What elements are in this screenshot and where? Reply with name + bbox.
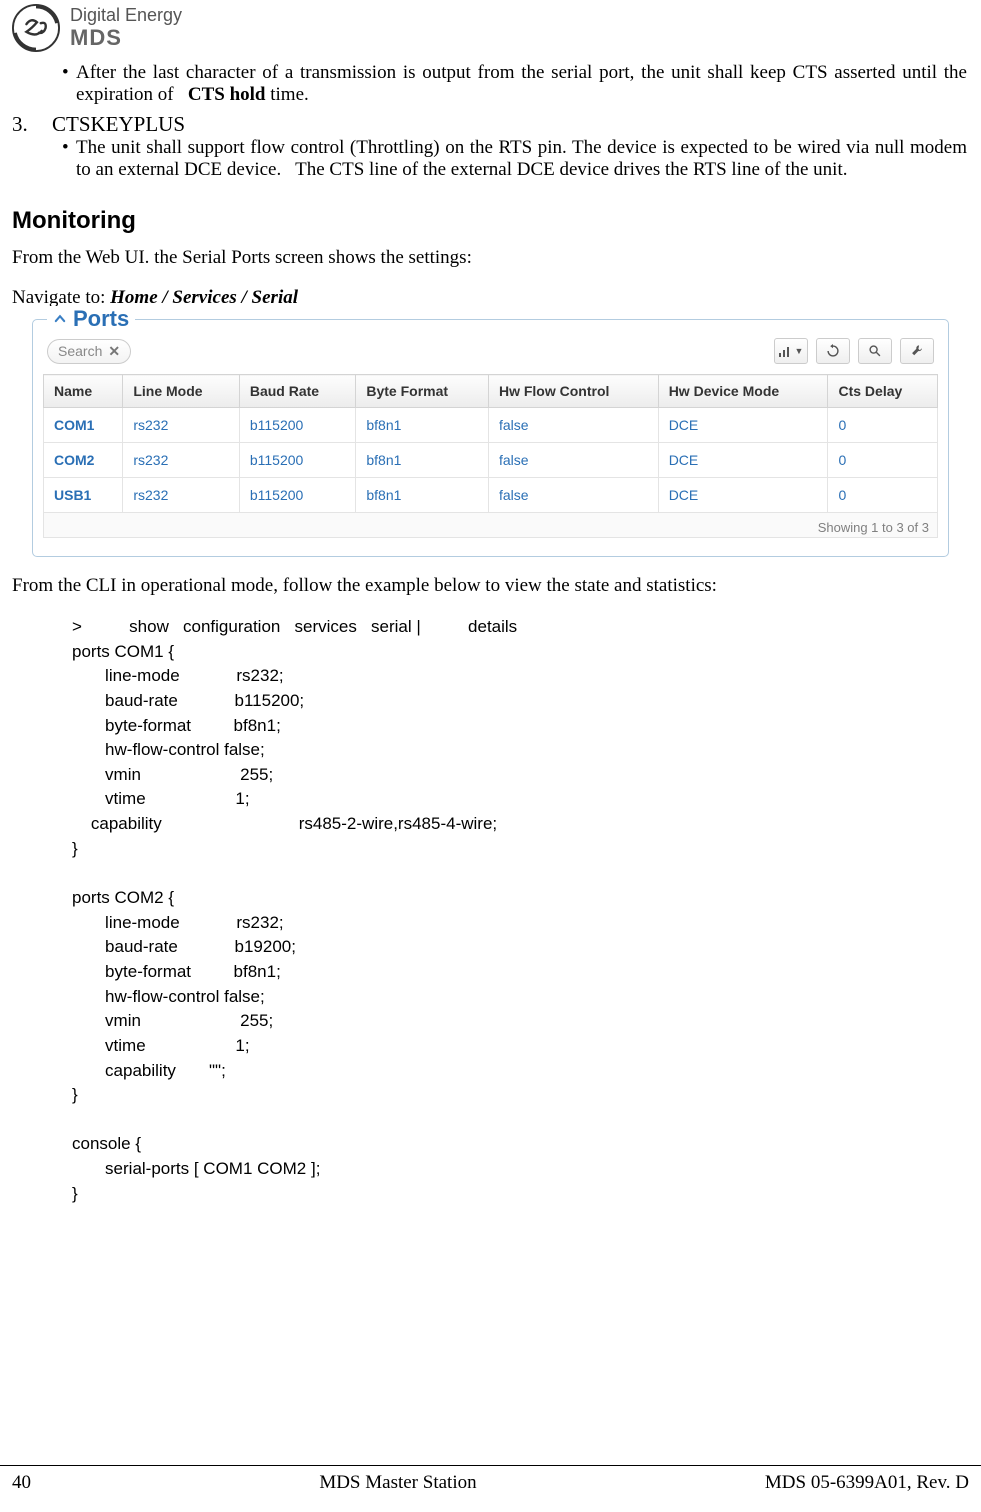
cell-byte-format: bf8n1 xyxy=(356,443,489,478)
cell-name: COM1 xyxy=(44,408,123,443)
numbered-item-3: 3. CTSKEYPLUS xyxy=(12,112,969,137)
footer-center: MDS Master Station xyxy=(319,1472,476,1494)
page-number: 40 xyxy=(12,1472,31,1494)
signal-icon xyxy=(779,345,793,357)
nav-prefix: Navigate to: xyxy=(12,287,110,308)
bullet-dot: • xyxy=(62,62,76,106)
ge-logo-icon xyxy=(12,4,60,52)
search-placeholder: Search xyxy=(58,343,102,359)
cli-intro: From the CLI in operational mode, follow… xyxy=(12,575,969,597)
cell-hw-flow: false xyxy=(488,443,658,478)
footer-right: MDS 05-6399A01, Rev. D xyxy=(765,1472,969,1494)
brand-line1: Digital Energy xyxy=(70,6,182,26)
col-line-mode[interactable]: Line Mode xyxy=(123,375,240,408)
text-bold: CTS hold xyxy=(188,84,266,105)
table-header-row: Name Line Mode Baud Rate Byte Format Hw … xyxy=(44,375,938,408)
nav-path: Home / Services / Serial xyxy=(110,287,298,308)
refresh-icon xyxy=(826,344,840,358)
text-fragment: time. xyxy=(265,84,308,105)
cell-hw-device: DCE xyxy=(658,478,828,513)
cell-baud-rate: b115200 xyxy=(239,478,356,513)
bullet-item: • The unit shall support flow control (T… xyxy=(62,137,967,181)
col-hw-device[interactable]: Hw Device Mode xyxy=(658,375,828,408)
cell-hw-device: DCE xyxy=(658,443,828,478)
col-baud-rate[interactable]: Baud Rate xyxy=(239,375,356,408)
table-row[interactable]: USB1 rs232 b115200 bf8n1 false DCE 0 xyxy=(44,478,938,513)
cell-hw-device: DCE xyxy=(658,408,828,443)
dropdown-caret-icon: ▼ xyxy=(795,346,804,356)
refresh-button[interactable] xyxy=(816,338,850,364)
signal-dropdown-button[interactable]: ▼ xyxy=(774,338,808,364)
cli-output: > show configuration services serial | d… xyxy=(72,615,969,1206)
col-hw-flow[interactable]: Hw Flow Control xyxy=(488,375,658,408)
search-icon xyxy=(868,344,882,358)
monitoring-para: From the Web UI. the Serial Ports screen… xyxy=(12,247,969,269)
wrench-icon xyxy=(910,344,924,358)
cell-hw-flow: false xyxy=(488,408,658,443)
bullet-item: • After the last character of a transmis… xyxy=(62,62,967,106)
document-header: Digital Energy MDS xyxy=(0,0,981,54)
cell-cts-delay: 0 xyxy=(828,408,938,443)
table-row[interactable]: COM1 rs232 b115200 bf8n1 false DCE 0 xyxy=(44,408,938,443)
panel-toolbar: Search ✕ ▼ xyxy=(43,330,938,374)
clear-search-icon[interactable]: ✕ xyxy=(108,343,120,360)
monitoring-heading: Monitoring xyxy=(12,207,969,235)
col-cts-delay[interactable]: Cts Delay xyxy=(828,375,938,408)
cell-cts-delay: 0 xyxy=(828,443,938,478)
search-input[interactable]: Search ✕ xyxy=(47,339,131,364)
cell-line-mode: rs232 xyxy=(123,478,240,513)
table-footer: Showing 1 to 3 of 3 xyxy=(43,513,938,538)
list-label: CTSKEYPLUS xyxy=(52,112,185,137)
cell-cts-delay: 0 xyxy=(828,478,938,513)
table-row[interactable]: COM2 rs232 b115200 bf8n1 false DCE 0 xyxy=(44,443,938,478)
brand-line2: MDS xyxy=(70,26,182,50)
cell-line-mode: rs232 xyxy=(123,443,240,478)
page-footer: 40 MDS Master Station MDS 05-6399A01, Re… xyxy=(0,1465,981,1494)
ports-panel: Ports Search ✕ ▼ xyxy=(32,319,949,557)
settings-button[interactable] xyxy=(900,338,934,364)
collapse-icon[interactable] xyxy=(53,312,67,326)
bullet-text: The unit shall support flow control (Thr… xyxy=(76,137,967,181)
cell-name: USB1 xyxy=(44,478,123,513)
cell-hw-flow: false xyxy=(488,478,658,513)
panel-title: Ports xyxy=(73,306,129,332)
col-byte-format[interactable]: Byte Format xyxy=(356,375,489,408)
cell-byte-format: bf8n1 xyxy=(356,478,489,513)
search-button[interactable] xyxy=(858,338,892,364)
ports-table: Name Line Mode Baud Rate Byte Format Hw … xyxy=(43,374,938,513)
bullet-text: After the last character of a transmissi… xyxy=(76,62,967,106)
cell-baud-rate: b115200 xyxy=(239,443,356,478)
list-number: 3. xyxy=(12,112,52,137)
panel-title-wrap: Ports xyxy=(47,306,135,332)
col-name[interactable]: Name xyxy=(44,375,123,408)
cell-name: COM2 xyxy=(44,443,123,478)
brand-text: Digital Energy MDS xyxy=(70,6,182,50)
cell-byte-format: bf8n1 xyxy=(356,408,489,443)
bullet-dot: • xyxy=(62,137,76,181)
toolbar-buttons: ▼ xyxy=(774,338,934,364)
cell-baud-rate: b115200 xyxy=(239,408,356,443)
navigate-line: Navigate to: Home / Services / Serial xyxy=(12,287,969,309)
cell-line-mode: rs232 xyxy=(123,408,240,443)
